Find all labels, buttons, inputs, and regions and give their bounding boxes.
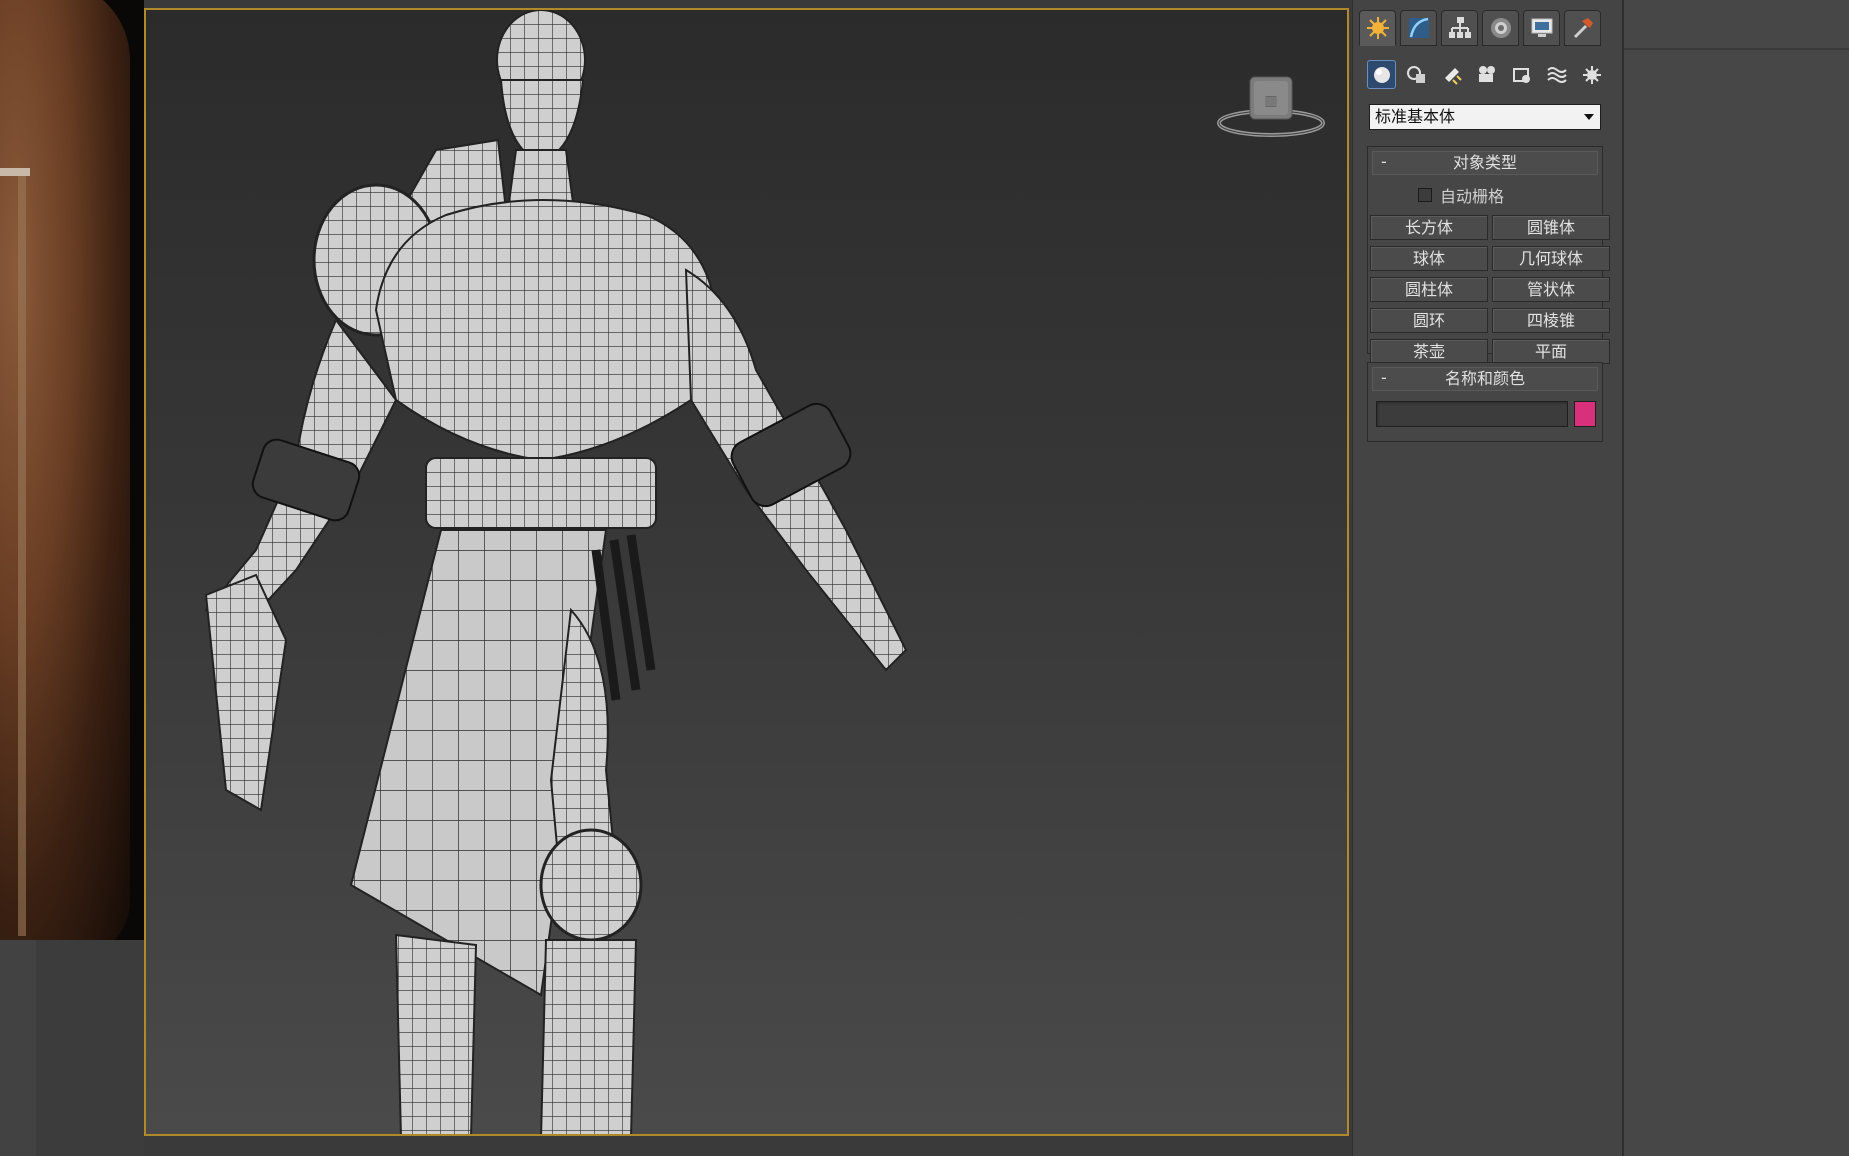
name-and-color-title: 名称和颜色 [1444, 369, 1525, 388]
geometry-icon [1373, 66, 1390, 83]
category-systems[interactable] [1577, 60, 1606, 89]
object-name-input[interactable] [1376, 401, 1568, 427]
category-lights[interactable] [1437, 60, 1466, 89]
name-color-row [1368, 391, 1602, 437]
box-button[interactable]: 长方体 [1370, 215, 1488, 240]
command-panel: 标准基本体 - 对象类型 自动栅格 长方体 圆锥体 球体 几何球体 圆柱体 管状… [1352, 0, 1623, 1156]
motion-icon [1490, 18, 1511, 38]
tab-motion[interactable] [1482, 10, 1519, 46]
object-type-rollout-header[interactable]: - 对象类型 [1372, 151, 1598, 175]
left-panel-edge [0, 940, 36, 1156]
collapse-icon: - [1381, 368, 1387, 387]
create-icon [1366, 17, 1389, 39]
category-helpers[interactable] [1507, 60, 1536, 89]
tab-modify[interactable] [1400, 10, 1437, 46]
helpers-icon [1512, 67, 1530, 83]
systems-icon [1582, 65, 1601, 84]
right-dock-area [1622, 0, 1849, 1156]
sphere-button[interactable]: 球体 [1370, 246, 1488, 271]
utilities-icon [1573, 18, 1593, 39]
reference-image [0, 0, 144, 940]
autogrid-option[interactable]: 自动栅格 [1418, 183, 1602, 207]
modify-icon [1408, 17, 1429, 38]
name-and-color-rollout-header[interactable]: - 名称和颜色 [1372, 367, 1598, 391]
geosphere-button[interactable]: 几何球体 [1492, 246, 1610, 271]
lights-icon [1444, 67, 1462, 85]
viewcube-icon[interactable]: ▥ [1216, 65, 1326, 145]
category-space-warps[interactable] [1542, 60, 1571, 89]
create-category-icons [1367, 60, 1606, 89]
pyramid-button[interactable]: 四棱锥 [1492, 308, 1610, 333]
category-cameras[interactable] [1472, 60, 1501, 89]
svg-text:▥: ▥ [1264, 93, 1277, 109]
perspective-viewport[interactable]: ▥ [144, 8, 1349, 1136]
torus-button[interactable]: 圆环 [1370, 308, 1488, 333]
tab-create[interactable] [1359, 10, 1396, 46]
cone-button[interactable]: 圆锥体 [1492, 215, 1610, 240]
dropdown-selected-value: 标准基本体 [1375, 107, 1456, 126]
object-color-swatch[interactable] [1574, 401, 1596, 427]
cylinder-button[interactable]: 圆柱体 [1370, 277, 1488, 302]
name-and-color-rollout: - 名称和颜色 [1367, 362, 1603, 442]
category-shapes[interactable] [1402, 60, 1431, 89]
tab-hierarchy[interactable] [1441, 10, 1478, 46]
chevron-down-icon [1584, 114, 1594, 120]
autogrid-checkbox[interactable] [1418, 188, 1432, 202]
tab-utilities[interactable] [1564, 10, 1601, 46]
autogrid-label: 自动栅格 [1440, 187, 1505, 206]
left-panel-lower [36, 940, 144, 1156]
primitive-buttons: 长方体 圆锥体 球体 几何球体 圆柱体 管状体 圆环 四棱锥 茶壶 平面 [1368, 211, 1610, 370]
command-panel-tabs [1359, 10, 1601, 48]
plane-button[interactable]: 平面 [1492, 339, 1610, 364]
object-type-title: 对象类型 [1452, 153, 1517, 172]
primitive-category-dropdown[interactable]: 标准基本体 [1369, 104, 1601, 130]
collapse-icon: - [1381, 152, 1387, 171]
category-geometry[interactable] [1367, 60, 1396, 89]
shapes-icon [1406, 65, 1425, 83]
teapot-button[interactable]: 茶壶 [1370, 339, 1488, 364]
wireframe-character-model [204, 10, 908, 1134]
tab-display[interactable] [1523, 10, 1560, 46]
space-warps-icon [1546, 66, 1567, 83]
tube-button[interactable]: 管状体 [1492, 277, 1610, 302]
display-icon [1531, 18, 1552, 37]
hierarchy-icon [1448, 17, 1471, 38]
cameras-icon [1478, 65, 1495, 82]
object-type-rollout: - 对象类型 自动栅格 长方体 圆锥体 球体 几何球体 圆柱体 管状体 圆环 四… [1367, 146, 1610, 364]
